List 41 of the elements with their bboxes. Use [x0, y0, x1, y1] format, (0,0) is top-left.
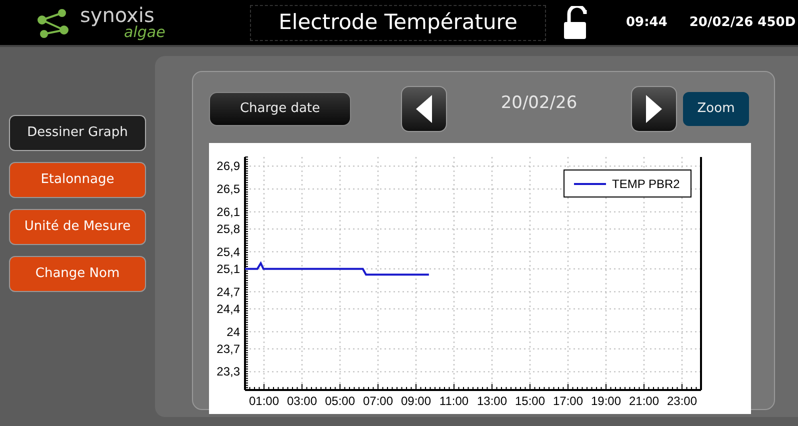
y-tick-label: 23,3: [216, 364, 240, 379]
window-title: Electrode Température: [250, 4, 546, 40]
x-tick-label: 17:00: [552, 394, 584, 408]
x-tick-label: 05:00: [324, 394, 356, 408]
y-tick-label: 25,8: [216, 222, 240, 236]
x-tick-label: 03:00: [286, 394, 318, 408]
y-tick-label: 25,4: [216, 244, 240, 259]
right-triangle-icon: [646, 95, 662, 123]
y-tick-label: 24: [226, 324, 240, 339]
y-tick-label: 24,7: [216, 284, 240, 299]
menu-button[interactable]: Dessiner Graph: [9, 115, 146, 151]
y-tick-label: 26,9: [216, 159, 240, 174]
date-label: 20/02/26: [500, 92, 578, 116]
next-button[interactable]: [631, 86, 677, 132]
date-text: 20/02/26 450D: [689, 14, 796, 32]
x-tick-label: 15:00: [514, 394, 546, 408]
y-tick-label: 23,7: [216, 342, 240, 356]
menu-button[interactable]: Etalonnage: [9, 162, 146, 198]
previous-button[interactable]: [401, 86, 447, 132]
x-tick-label: 11:00: [439, 394, 469, 408]
x-tick-label: 07:00: [362, 394, 394, 408]
x-tick-label: 01:00: [248, 394, 280, 408]
y-tick-label: 26,5: [216, 182, 240, 196]
x-tick-label: 09:00: [400, 394, 432, 408]
load-date-button[interactable]: Charge date: [209, 92, 351, 126]
menu-button[interactable]: Unité de Mesure: [9, 209, 146, 245]
x-tick-label: 19:00: [590, 394, 622, 408]
y-tick-label: 25,1: [216, 262, 240, 276]
x-tick-label: 13:00: [476, 394, 508, 408]
zoom-button[interactable]: Zoom: [682, 91, 750, 127]
logo-text: synoxis: [80, 5, 154, 25]
legend-label: TEMP PBR2: [612, 177, 680, 191]
left-triangle-icon: [416, 95, 432, 123]
menu-button[interactable]: Change Nom: [9, 256, 146, 292]
y-tick-label: 24,4: [216, 302, 240, 316]
x-tick-label: 23:00: [666, 394, 698, 408]
x-tick-label: 21:00: [628, 394, 660, 408]
clock-time: 09:44: [626, 14, 668, 32]
y-tick-label: 26,1: [216, 204, 240, 219]
logo-subtext: algae: [124, 25, 166, 40]
unlocked-padlock-icon[interactable]: [563, 6, 589, 40]
